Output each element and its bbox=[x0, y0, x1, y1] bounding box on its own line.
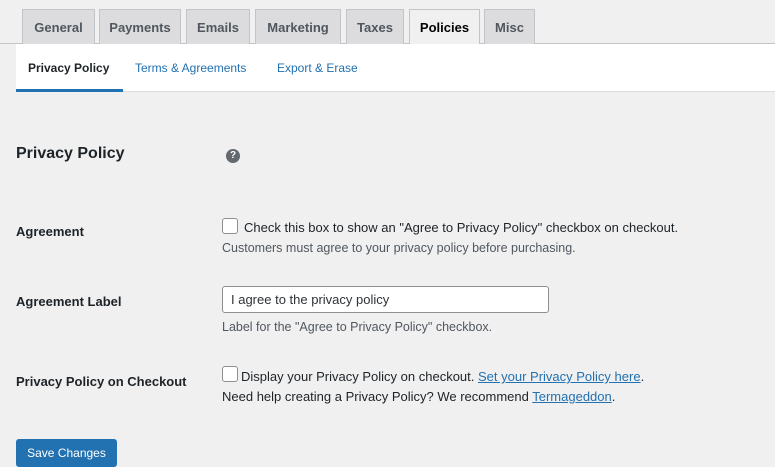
privacy-checkout-text-line: Display your Privacy Policy on checkout.… bbox=[241, 369, 644, 384]
privacy-checkout-checkbox-text: Display your Privacy Policy on checkout. bbox=[241, 369, 475, 384]
tab-payments[interactable]: Payments bbox=[99, 9, 181, 44]
agreement-label: Agreement bbox=[16, 224, 84, 239]
agreement-label-description: Label for the "Agree to Privacy Policy" … bbox=[222, 320, 493, 334]
save-changes-button[interactable]: Save Changes bbox=[16, 439, 117, 467]
agreement-checkbox-text: Check this box to show an "Agree to Priv… bbox=[244, 220, 679, 235]
section-title: Privacy Policy bbox=[16, 145, 125, 162]
help-suffix: . bbox=[611, 389, 616, 404]
tab-misc[interactable]: Misc bbox=[484, 9, 535, 44]
help-icon[interactable]: ? bbox=[226, 149, 240, 163]
tab-label: Policies bbox=[419, 20, 470, 35]
tab-label: Taxes bbox=[357, 19, 393, 35]
termageddon-link[interactable]: Termageddon bbox=[532, 389, 612, 404]
agreement-checkbox[interactable] bbox=[222, 218, 238, 234]
privacy-checkout-checkbox[interactable] bbox=[222, 366, 238, 382]
tab-taxes[interactable]: Taxes bbox=[346, 9, 404, 44]
privacy-checkout-label: Privacy Policy on Checkout bbox=[16, 374, 187, 389]
tab-label: Misc bbox=[495, 19, 524, 35]
agreement-description: Customers must agree to your privacy pol… bbox=[222, 241, 576, 255]
privacy-help-text: Need help creating a Privacy Policy? We … bbox=[222, 389, 529, 404]
set-privacy-policy-link[interactable]: Set your Privacy Policy here bbox=[478, 369, 641, 384]
link-suffix: . bbox=[640, 369, 645, 384]
tab-label: General bbox=[34, 19, 83, 35]
tab-label: Emails bbox=[197, 19, 239, 35]
subtab-label: Privacy Policy bbox=[28, 61, 110, 75]
tab-general[interactable]: General bbox=[22, 9, 95, 44]
tab-emails[interactable]: Emails bbox=[186, 9, 250, 44]
tab-marketing[interactable]: Marketing bbox=[255, 9, 341, 44]
tab-label: Payments bbox=[109, 19, 171, 35]
subtab-terms-agreements[interactable]: Terms & Agreements bbox=[135, 44, 246, 92]
agreement-label-input[interactable] bbox=[222, 286, 549, 313]
tab-label: Marketing bbox=[267, 19, 329, 35]
sub-navigation: Privacy Policy Terms & Agreements Export… bbox=[16, 44, 775, 92]
tab-policies[interactable]: Policies bbox=[409, 9, 480, 45]
agreement-label-field-label: Agreement Label bbox=[16, 294, 122, 309]
subtab-privacy-policy[interactable]: Privacy Policy bbox=[16, 44, 123, 92]
privacy-help-line: Need help creating a Privacy Policy? We … bbox=[222, 389, 615, 404]
subtab-label: Terms & Agreements bbox=[135, 61, 247, 75]
settings-tabs: General Payments Emails Marketing Taxes … bbox=[0, 0, 775, 45]
subtab-label: Export & Erase bbox=[277, 61, 358, 75]
subtab-export-erase[interactable]: Export & Erase bbox=[277, 44, 358, 92]
